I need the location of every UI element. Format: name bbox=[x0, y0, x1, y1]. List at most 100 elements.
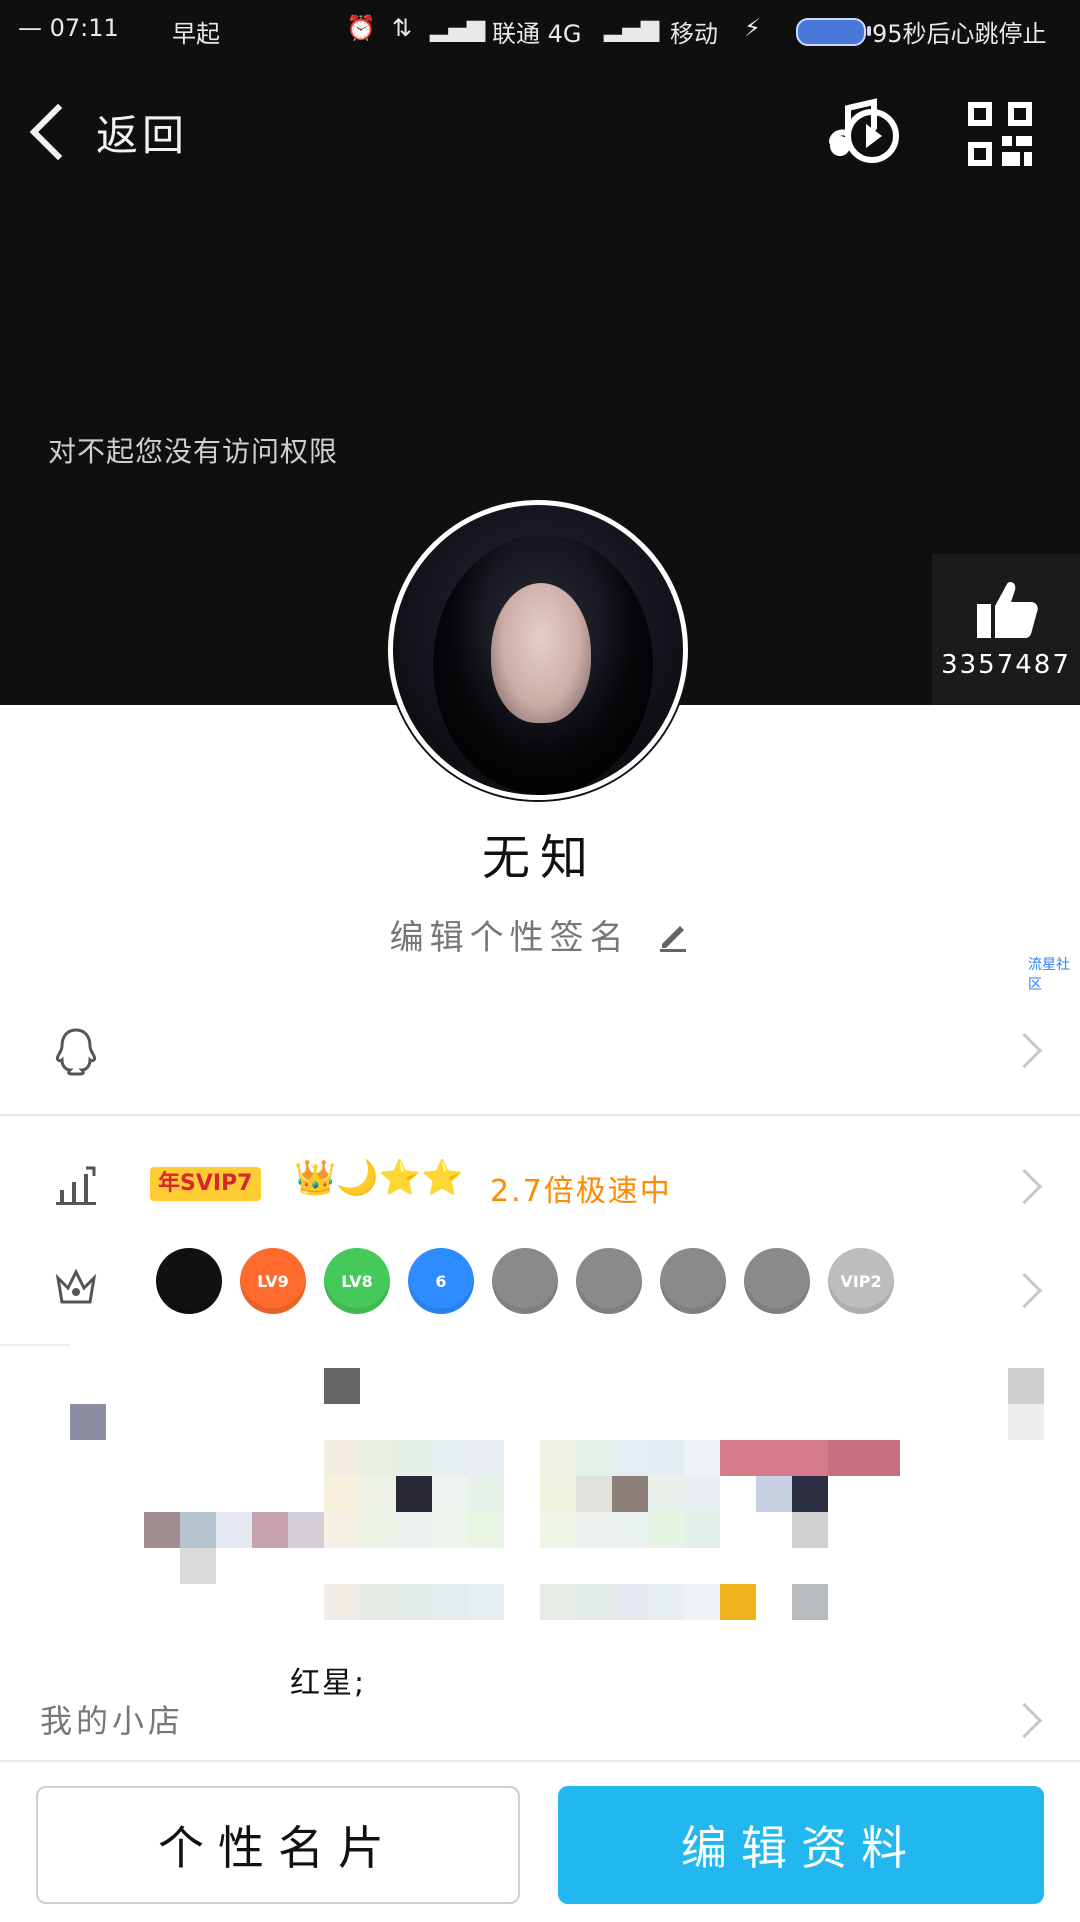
my-shop-row[interactable]: 我的小店 bbox=[40, 1696, 184, 1742]
gallery-pixel bbox=[288, 1512, 324, 1548]
qr-code-icon bbox=[968, 102, 1032, 166]
back-button[interactable]: 返回 bbox=[28, 96, 188, 168]
chevron-right-icon bbox=[1006, 1702, 1043, 1739]
gallery-pixel bbox=[540, 1440, 576, 1476]
gallery-pixel bbox=[540, 1584, 576, 1620]
gallery-pixel bbox=[576, 1476, 612, 1512]
gallery-pixel bbox=[756, 1440, 792, 1476]
chevron-right-icon bbox=[1006, 1272, 1043, 1309]
gallery-pixel bbox=[576, 1584, 612, 1620]
badges-row[interactable]: LV9 LV8 6 VIP2 bbox=[0, 1230, 1080, 1350]
gallery-pixel bbox=[468, 1476, 504, 1512]
level-chart-icon bbox=[56, 1166, 96, 1205]
pencil-icon bbox=[656, 918, 690, 961]
vip-rank-icons: 👑🌙⭐⭐ bbox=[294, 1158, 464, 1198]
gallery-pixel bbox=[612, 1440, 648, 1476]
gallery-pixel bbox=[828, 1440, 864, 1476]
edit-profile-label: 编辑资料 bbox=[681, 1821, 921, 1875]
no-access-text: 对不起您没有访问权限 bbox=[48, 435, 339, 468]
gallery-pixel bbox=[70, 1404, 106, 1440]
gallery-pixel bbox=[540, 1512, 576, 1548]
qq-penguin-icon bbox=[56, 1028, 96, 1076]
status-carrier-1: 联通 4G bbox=[492, 20, 582, 48]
battery-icon bbox=[796, 18, 871, 46]
gallery-pixel bbox=[864, 1440, 900, 1476]
gallery-pixel bbox=[648, 1584, 684, 1620]
profile-card-label: 个性名片 bbox=[158, 1821, 398, 1875]
svip-badge: 年SVIP7 bbox=[150, 1167, 261, 1201]
vip-row[interactable]: 年SVIP7 👑🌙⭐⭐ 2.7倍极速中 bbox=[0, 1130, 1080, 1240]
edit-profile-button[interactable]: 编辑资料 bbox=[558, 1786, 1044, 1904]
divider bbox=[0, 1114, 1080, 1116]
gallery-pixel bbox=[612, 1476, 648, 1512]
likes-count: 3357487 bbox=[941, 650, 1071, 680]
back-label: 返回 bbox=[96, 110, 189, 160]
music-play-icon bbox=[829, 98, 899, 163]
gallery-pixel bbox=[792, 1476, 828, 1512]
gallery-pixel bbox=[396, 1512, 432, 1548]
thumbs-up-icon bbox=[977, 582, 1038, 638]
gallery-pixel bbox=[468, 1440, 504, 1476]
gallery-pixel bbox=[648, 1476, 684, 1512]
gallery-pixel bbox=[684, 1584, 720, 1620]
music-button[interactable] bbox=[820, 98, 902, 170]
likes-button[interactable]: 3357487 bbox=[932, 554, 1080, 705]
photo-gallery-area[interactable] bbox=[0, 1350, 1080, 1630]
chevron-right-icon bbox=[1006, 1168, 1043, 1205]
gallery-pixel bbox=[396, 1440, 432, 1476]
gallery-pixel bbox=[180, 1548, 216, 1584]
chevron-left-icon bbox=[29, 103, 87, 161]
status-note: 早起 bbox=[172, 20, 220, 48]
edit-signature[interactable]: 编辑个性签名 bbox=[0, 910, 1080, 961]
alarm-icon: ⏰ bbox=[346, 14, 376, 42]
gallery-pixel bbox=[756, 1476, 792, 1512]
gallery-pixel bbox=[684, 1440, 720, 1476]
gallery-pixel bbox=[1008, 1368, 1044, 1404]
signal-icon: ▂▄▆ bbox=[604, 14, 660, 42]
data-transfer-icon: ⇅ bbox=[392, 14, 413, 42]
gallery-pixel bbox=[792, 1584, 828, 1620]
gallery-pixel bbox=[684, 1512, 720, 1548]
gallery-pixel bbox=[612, 1512, 648, 1548]
badge-icon bbox=[660, 1248, 726, 1314]
status-heartbeat: 95秒后心跳停止 bbox=[872, 20, 1047, 48]
my-shop-label: 我的小店 bbox=[40, 1702, 185, 1740]
gallery-pixel bbox=[216, 1512, 252, 1548]
gallery-pixel bbox=[720, 1584, 756, 1620]
chevron-right-icon bbox=[1006, 1032, 1043, 1069]
gallery-pixel bbox=[252, 1512, 288, 1548]
badge-icon bbox=[492, 1248, 558, 1314]
gallery-pixel bbox=[792, 1440, 828, 1476]
gallery-pixel bbox=[324, 1512, 360, 1548]
badge-icon: LV9 bbox=[240, 1248, 306, 1314]
gallery-pixel bbox=[144, 1512, 180, 1548]
badge-icon bbox=[744, 1248, 810, 1314]
gallery-pixel bbox=[360, 1440, 396, 1476]
gallery-pixel bbox=[360, 1584, 396, 1620]
gallery-pixel bbox=[792, 1512, 828, 1548]
gallery-pixel bbox=[324, 1368, 360, 1404]
avatar[interactable] bbox=[388, 500, 688, 800]
gallery-pixel bbox=[324, 1584, 360, 1620]
status-time: — 07:11 bbox=[18, 14, 119, 42]
badge-icon bbox=[156, 1248, 222, 1314]
gallery-pixel bbox=[432, 1440, 468, 1476]
qr-code-button[interactable] bbox=[968, 102, 1032, 166]
gallery-pixel bbox=[612, 1584, 648, 1620]
gallery-pixel bbox=[1008, 1404, 1044, 1440]
signal-icon: ▂▄▆ bbox=[430, 14, 486, 42]
gallery-pixel bbox=[648, 1440, 684, 1476]
status-bar: — 07:11 早起 ⏰ ⇅ ▂▄▆ 联通 4G ▂▄▆ 移动 ⚡ 95秒后心跳… bbox=[0, 0, 1080, 58]
crown-icon bbox=[55, 1268, 97, 1304]
profile-card-button[interactable]: 个性名片 bbox=[36, 1786, 520, 1904]
gallery-pixel bbox=[468, 1584, 504, 1620]
badge-icon: LV8 bbox=[324, 1248, 390, 1314]
gallery-pixel bbox=[360, 1512, 396, 1548]
gallery-pixel bbox=[432, 1512, 468, 1548]
avatar-face bbox=[491, 583, 591, 723]
qq-info-row[interactable] bbox=[0, 990, 1080, 1110]
gallery-pixel bbox=[648, 1512, 684, 1548]
gallery-pixel bbox=[468, 1512, 504, 1548]
watermark-text: 流星社区 bbox=[1028, 957, 1070, 993]
gallery-pixel bbox=[324, 1476, 360, 1512]
